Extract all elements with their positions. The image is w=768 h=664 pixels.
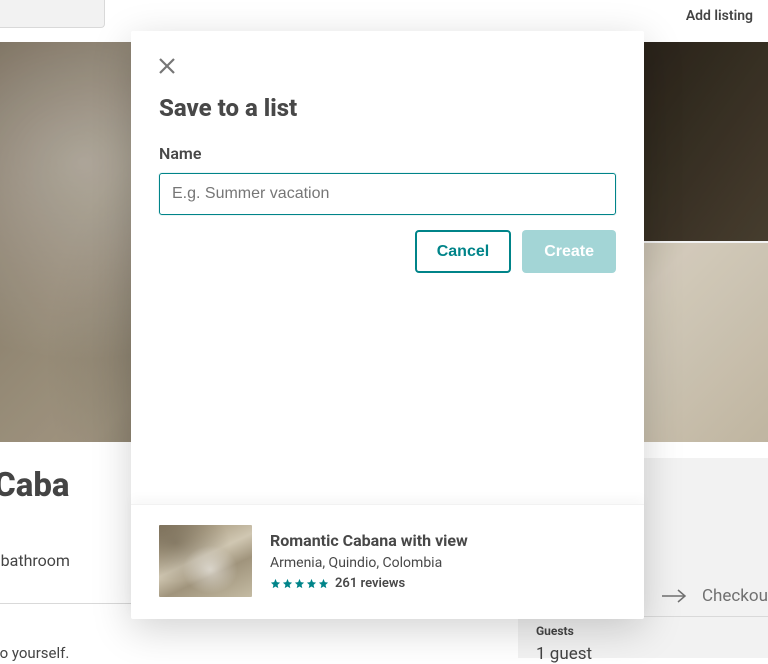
list-name-input[interactable] xyxy=(159,173,616,215)
save-list-modal: Save to a list Name Cancel Create Romant… xyxy=(131,31,644,619)
star-icon xyxy=(294,578,305,589)
footer-listing-rating: 261 reviews xyxy=(270,576,468,591)
cancel-button[interactable]: Cancel xyxy=(415,230,511,273)
close-icon xyxy=(159,58,175,74)
modal-title: Save to a list xyxy=(159,94,616,122)
reviews-count: 261 reviews xyxy=(335,576,405,591)
footer-listing-location: Armenia, Quindio, Colombia xyxy=(270,555,468,571)
name-field-label: Name xyxy=(159,144,616,163)
star-icon xyxy=(306,578,317,589)
rating-stars xyxy=(270,578,329,589)
modal-footer: Romantic Cabana with view Armenia, Quind… xyxy=(131,504,644,619)
star-icon xyxy=(270,578,281,589)
listing-thumbnail xyxy=(159,525,252,597)
footer-listing-title: Romantic Cabana with view xyxy=(270,531,468,550)
star-icon xyxy=(282,578,293,589)
close-button[interactable] xyxy=(159,58,177,76)
create-button[interactable]: Create xyxy=(522,230,616,273)
star-icon xyxy=(318,578,329,589)
